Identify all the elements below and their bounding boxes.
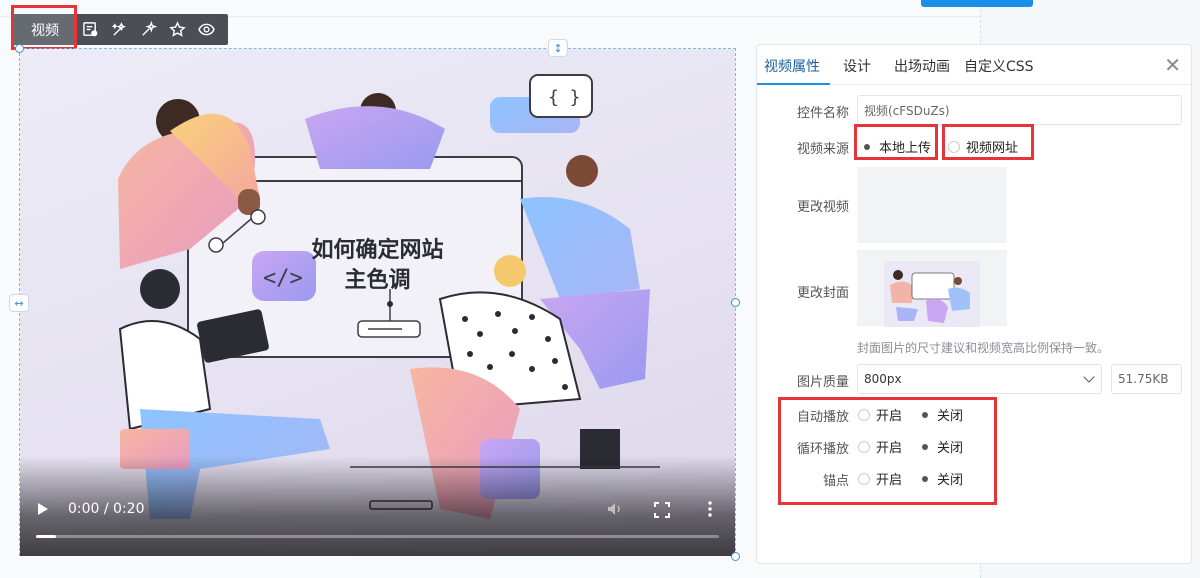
change-video-label: 更改视频 <box>796 200 849 215</box>
video-source-label: 视频来源 <box>796 142 849 157</box>
sparkle-icon[interactable] <box>134 14 163 45</box>
resize-handle-top-vertical[interactable]: ↕ <box>548 39 568 57</box>
tab-design[interactable]: 设计 <box>843 56 871 76</box>
top-action-button[interactable] <box>921 0 1033 7</box>
cover-size-hint: 封面图片的尺寸建议和视频宽高比例保持一致。 <box>857 341 1110 355</box>
video-cover-title-line2: 主色调 <box>344 268 411 293</box>
more-options-icon[interactable] <box>705 500 715 518</box>
video-progress-fill <box>36 535 57 538</box>
fullscreen-icon[interactable] <box>654 502 670 518</box>
resize-handle-top-left[interactable] <box>15 44 24 53</box>
tab-custom-css[interactable]: 自定义CSS <box>964 56 1034 76</box>
star-icon[interactable] <box>163 14 192 45</box>
video-progress-bar[interactable] <box>36 535 719 538</box>
chevron-down-icon <box>1083 371 1095 383</box>
image-quality-value: 800px <box>864 372 902 386</box>
tab-video-properties[interactable]: 视频属性 <box>764 56 820 76</box>
playback-options-highlight <box>778 397 997 505</box>
change-video-upload-area[interactable] <box>857 167 1007 243</box>
image-quality-select[interactable]: 800px <box>857 364 1102 394</box>
play-icon[interactable] <box>36 502 50 516</box>
resize-handle-right[interactable] <box>731 298 740 307</box>
file-size-display: 51.75KB <box>1111 364 1182 394</box>
active-tab-indicator <box>757 83 830 85</box>
svg-text:{ }: { } <box>548 87 581 108</box>
local-upload-highlight <box>854 124 938 160</box>
cover-thumbnail <box>884 261 980 327</box>
form-settings-icon[interactable] <box>76 14 105 45</box>
control-name-label: 控件名称 <box>796 106 849 121</box>
image-quality-label: 图片质量 <box>796 375 849 390</box>
close-icon[interactable]: ✕ <box>1164 53 1181 77</box>
magic-wand-icon[interactable] <box>105 14 134 45</box>
eye-icon[interactable] <box>192 14 221 45</box>
volume-icon[interactable] <box>606 500 624 518</box>
change-cover-label: 更改封面 <box>796 286 849 301</box>
video-url-highlight <box>942 124 1034 160</box>
change-cover-upload-area[interactable] <box>857 250 1007 327</box>
tab-entrance-animation[interactable]: 出场动画 <box>894 56 950 76</box>
video-cover-title-line1: 如何确定网站 <box>311 238 444 263</box>
panel-tabs: 视频属性 设计 出场动画 自定义CSS ✕ <box>757 45 1191 85</box>
control-name-input[interactable]: 视频(cFSDuZs) <box>857 95 1182 125</box>
resize-handle-left-horizontal[interactable]: ↔ <box>9 294 29 312</box>
video-player[interactable]: </> { } 如何确定网站 主色调 0:00 / 0:20 <box>20 49 735 556</box>
video-time: 0:00 / 0:20 <box>68 501 145 517</box>
resize-handle-bottom-right[interactable] <box>731 552 740 561</box>
